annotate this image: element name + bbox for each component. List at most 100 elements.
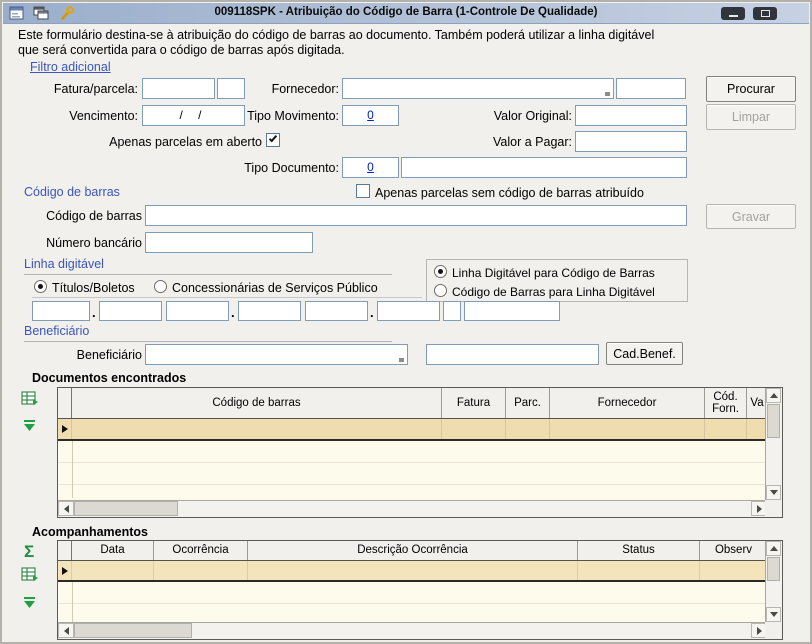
tipo-documento-descricao-input[interactable] xyxy=(401,157,687,178)
linha-campo5-input[interactable] xyxy=(305,301,368,321)
scroll-down-icon xyxy=(770,612,778,617)
scroll-right-icon xyxy=(757,505,762,513)
goto-last-row-icon[interactable] xyxy=(23,419,36,437)
column-header-fatura[interactable]: Fatura xyxy=(442,388,506,418)
linha-dot-separator: . xyxy=(370,305,374,320)
concessionarias-radio[interactable] xyxy=(154,280,167,293)
maximize-button[interactable] xyxy=(753,7,777,20)
lookup-marker-icon xyxy=(605,92,610,96)
linha-dv-input[interactable] xyxy=(443,301,461,321)
cell-valor xyxy=(747,419,767,439)
codigo-barras-input[interactable] xyxy=(145,205,687,226)
sem-codigo-checkbox[interactable] xyxy=(356,184,370,198)
documentos-grid-body[interactable] xyxy=(58,441,767,498)
minimize-button[interactable] xyxy=(721,7,745,20)
numero-bancario-input[interactable] xyxy=(145,232,313,253)
row-selector-header xyxy=(58,388,72,418)
sum-sigma-icon[interactable]: Σ xyxy=(24,543,34,560)
scroll-down-icon xyxy=(770,490,778,495)
linha-campo4-input[interactable] xyxy=(238,301,301,321)
vertical-scroll-thumb[interactable] xyxy=(767,404,780,438)
linha-campo1-input[interactable] xyxy=(32,301,90,321)
cell-data xyxy=(72,561,154,580)
column-header-observacao[interactable]: Observ xyxy=(700,541,767,560)
scroll-left-icon xyxy=(64,627,69,635)
fatura-input[interactable] xyxy=(142,78,215,99)
horizontal-scroll-thumb[interactable] xyxy=(74,501,178,516)
scroll-up-icon xyxy=(770,546,778,551)
acompanhamentos-selected-row[interactable] xyxy=(58,561,767,582)
tipo-movimento-label: Tipo Movimento: xyxy=(220,109,339,123)
linha-para-codigo-label: Linha Digitável para Código de Barras xyxy=(452,266,655,280)
fornecedor-codigo-input[interactable] xyxy=(616,78,686,99)
beneficiario-nome-input[interactable] xyxy=(426,344,599,365)
tipo-documento-label: Tipo Documento: xyxy=(220,161,339,175)
cad-benef-button[interactable]: Cad.Benef. xyxy=(606,342,683,365)
scroll-track[interactable] xyxy=(178,501,751,517)
conversion-direction-panel: Linha Digitável para Código de Barras Có… xyxy=(426,259,688,302)
horizontal-scroll-thumb[interactable] xyxy=(74,623,192,638)
export-grid-icon[interactable] xyxy=(21,390,39,411)
tipo-documento-input[interactable]: 0 xyxy=(342,157,399,178)
scroll-up-button[interactable] xyxy=(766,541,781,556)
row-selector-cell[interactable] xyxy=(58,419,72,439)
titlebar: 009118SPK - Atribuição do Código de Barr… xyxy=(3,3,809,24)
linha-para-codigo-radio[interactable] xyxy=(434,265,447,278)
column-header-fornecedor[interactable]: Fornecedor xyxy=(550,388,705,418)
column-header-status[interactable]: Status xyxy=(578,541,700,560)
row-selector-cell[interactable] xyxy=(58,561,72,580)
documentos-vertical-scrollbar[interactable] xyxy=(765,388,782,500)
cell-observacao xyxy=(700,561,767,580)
cell-cod-forn xyxy=(705,419,747,439)
documentos-selected-row[interactable] xyxy=(58,419,767,441)
scroll-up-button[interactable] xyxy=(766,388,781,403)
cell-fornecedor xyxy=(550,419,705,439)
documentos-title: Documentos encontrados xyxy=(32,371,186,385)
acompanhamentos-grid-body[interactable] xyxy=(58,582,767,622)
valor-original-input[interactable] xyxy=(575,105,687,126)
column-header-codigo-barras[interactable]: Código de barras xyxy=(72,388,442,418)
column-header-data[interactable]: Data xyxy=(72,541,154,560)
section-beneficiario-label: Beneficiário xyxy=(24,324,89,338)
apenas-abertas-checkbox[interactable] xyxy=(266,133,280,147)
acompanhamentos-vertical-scrollbar[interactable] xyxy=(765,541,782,622)
valor-pagar-input[interactable] xyxy=(575,131,687,152)
linha-campo3-input[interactable] xyxy=(166,301,229,321)
column-header-cod-forn[interactable]: Cód. Forn. xyxy=(705,388,747,418)
cell-codigo-barras xyxy=(72,419,442,439)
procurar-button[interactable]: Procurar xyxy=(706,76,796,102)
maximize-icon xyxy=(761,10,770,17)
scrollbar-corner xyxy=(765,500,782,517)
column-header-ocorrencia[interactable]: Ocorrência xyxy=(154,541,248,560)
scroll-left-button[interactable] xyxy=(58,501,74,516)
limpar-button[interactable]: Limpar xyxy=(706,104,796,130)
fornecedor-input[interactable] xyxy=(342,78,614,99)
scroll-left-button[interactable] xyxy=(58,623,74,638)
acompanhamentos-grid: Data Ocorrência Descrição Ocorrência Sta… xyxy=(57,540,783,640)
beneficiario-input[interactable] xyxy=(145,344,408,365)
vertical-scroll-thumb[interactable] xyxy=(767,557,780,581)
linha-campo6-input[interactable] xyxy=(377,301,440,321)
minimize-icon xyxy=(729,15,738,17)
acompanhamentos-horizontal-scrollbar[interactable] xyxy=(58,622,767,639)
scroll-down-button[interactable] xyxy=(766,485,781,500)
cell-ocorrencia xyxy=(154,561,248,580)
tipo-movimento-input[interactable]: 0 xyxy=(342,105,399,126)
gravar-button[interactable]: Gravar xyxy=(706,204,796,229)
titulos-boletos-radio[interactable] xyxy=(34,280,47,293)
column-header-descricao[interactable]: Descrição Ocorrência xyxy=(248,541,578,560)
goto-last-row-icon[interactable] xyxy=(23,596,36,614)
export-grid-icon[interactable] xyxy=(21,566,39,587)
scroll-down-button[interactable] xyxy=(766,607,781,622)
column-header-parc[interactable]: Parc. xyxy=(506,388,550,418)
form-description-line1: Este formulário destina-se à atribuição … xyxy=(18,28,654,43)
linha-campo2-input[interactable] xyxy=(99,301,162,321)
column-header-valor[interactable]: Va xyxy=(747,388,767,418)
radio-selected-icon xyxy=(38,284,43,289)
codigo-para-linha-radio[interactable] xyxy=(434,284,447,297)
vencimento-label: Vencimento: xyxy=(22,109,138,123)
current-row-icon xyxy=(62,425,68,433)
linha-valor-input[interactable] xyxy=(464,301,560,321)
documentos-horizontal-scrollbar[interactable] xyxy=(58,500,767,517)
scroll-track[interactable] xyxy=(192,623,751,639)
